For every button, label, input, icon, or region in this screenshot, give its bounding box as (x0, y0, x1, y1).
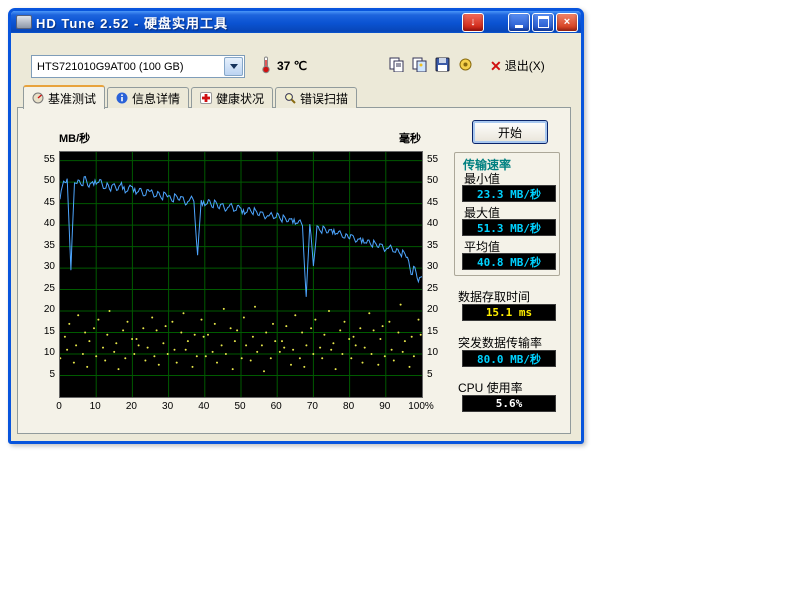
y-tick-left: 35 (29, 240, 55, 251)
tab-strip: 基准测试 信息详情 健康状况 (23, 87, 359, 109)
benchmark-panel: MB/秒 毫秒 5 10 15 20 25 30 35 40 45 50 55 5 10 15 20 25 3… (17, 107, 571, 434)
access-time-label: 数据存取时间 (458, 288, 530, 305)
y-tick-left: 40 (29, 218, 55, 229)
y-tick-left: 15 (29, 326, 55, 337)
app-icon (16, 15, 32, 29)
y-tick-right: 50 (427, 175, 453, 186)
temperature-value: 37 ℃ (277, 59, 307, 73)
drive-select[interactable]: HTS721010G9AT00 (100 GB) (31, 55, 245, 78)
tab-benchmark-label: 基准测试 (48, 90, 96, 107)
y-tick-right: 15 (427, 326, 453, 337)
cpu-usage-value: 5.6% (462, 395, 556, 412)
x-tick: 80 (333, 401, 365, 412)
copy-text-icon[interactable] (388, 56, 405, 73)
close-button[interactable]: × (556, 13, 578, 32)
right-axis-title: 毫秒 (371, 130, 421, 146)
thermometer-icon (260, 56, 272, 79)
copy-image-icon[interactable] (411, 56, 428, 73)
cpu-usage-label: CPU 使用率 (458, 379, 523, 396)
access-time-value: 15.1 ms (462, 304, 556, 321)
tab-info[interactable]: 信息详情 (107, 87, 189, 108)
y-tick-right: 35 (427, 240, 453, 251)
y-tick-right: 40 (427, 218, 453, 229)
x-tick: 70 (296, 401, 328, 412)
y-tick-right: 20 (427, 304, 453, 315)
tab-error-scan-label: 错误扫描 (300, 90, 348, 107)
start-button[interactable]: 开始 (472, 120, 548, 144)
benchmark-plot (59, 151, 423, 398)
y-tick-right: 25 (427, 283, 453, 294)
y-tick-left: 10 (29, 347, 55, 358)
y-tick-left: 25 (29, 283, 55, 294)
x-tick: 90 (369, 401, 401, 412)
tab-error-scan[interactable]: 错误扫描 (275, 87, 357, 108)
left-axis-title: MB/秒 (59, 130, 90, 146)
x-tick: 20 (115, 401, 147, 412)
y-tick-right: 55 (427, 154, 453, 165)
tab-info-label: 信息详情 (132, 90, 180, 107)
y-tick-left: 5 (29, 369, 55, 380)
desktop: HD Tune 2.52 - 硬盘实用工具 ↓ × HTS721010G9AT0… (0, 0, 800, 600)
exit-label: 退出(X) (505, 57, 545, 74)
x-tick: 30 (152, 401, 184, 412)
info-icon (116, 92, 128, 104)
maximize-button[interactable] (532, 13, 554, 32)
y-tick-right: 30 (427, 261, 453, 272)
save-icon[interactable] (434, 56, 451, 73)
options-icon[interactable] (457, 56, 474, 73)
window-title: HD Tune 2.52 - 硬盘实用工具 (36, 13, 228, 32)
minimize-icon (515, 25, 523, 28)
y-tick-left: 55 (29, 154, 55, 165)
y-tick-left: 30 (29, 261, 55, 272)
drive-select-dropdown-button[interactable] (224, 57, 243, 76)
x-tick: 40 (188, 401, 220, 412)
x-tick: 60 (260, 401, 292, 412)
y-tick-right: 5 (427, 369, 453, 380)
avg-value: 40.8 MB/秒 (462, 253, 556, 270)
y-tick-left: 20 (29, 304, 55, 315)
chevron-down-icon (230, 64, 238, 69)
scan-icon (284, 92, 296, 104)
health-icon (200, 92, 212, 104)
exit-x-icon: ✕ (490, 59, 502, 73)
titlebar[interactable]: HD Tune 2.52 - 硬盘实用工具 ↓ × (11, 11, 581, 33)
x-tick: 10 (79, 401, 111, 412)
y-tick-right: 45 (427, 197, 453, 208)
exit-button[interactable]: ✕ 退出(X) (490, 57, 545, 74)
y-tick-right: 10 (427, 347, 453, 358)
y-tick-left: 45 (29, 197, 55, 208)
gauge-icon (32, 92, 44, 104)
capture-button[interactable]: ↓ (462, 13, 484, 32)
min-value: 23.3 MB/秒 (462, 185, 556, 202)
toolbar-icons (388, 56, 474, 73)
maximize-icon (538, 16, 549, 28)
x-tick: 50 (224, 401, 256, 412)
tab-health[interactable]: 健康状况 (191, 87, 273, 108)
tab-benchmark[interactable]: 基准测试 (23, 85, 105, 109)
y-tick-left: 50 (29, 175, 55, 186)
max-value: 51.3 MB/秒 (462, 219, 556, 236)
tab-health-label: 健康状况 (216, 90, 264, 107)
hd-tune-window: HD Tune 2.52 - 硬盘实用工具 ↓ × HTS721010G9AT0… (8, 8, 584, 444)
minimize-button[interactable] (508, 13, 530, 32)
drive-select-value: HTS721010G9AT00 (100 GB) (32, 61, 223, 73)
burst-rate-label: 突发数据传输率 (458, 334, 542, 351)
x-tick: 0 (43, 401, 75, 412)
x-tick: 100% (405, 401, 437, 412)
burst-rate-value: 80.0 MB/秒 (462, 350, 556, 367)
